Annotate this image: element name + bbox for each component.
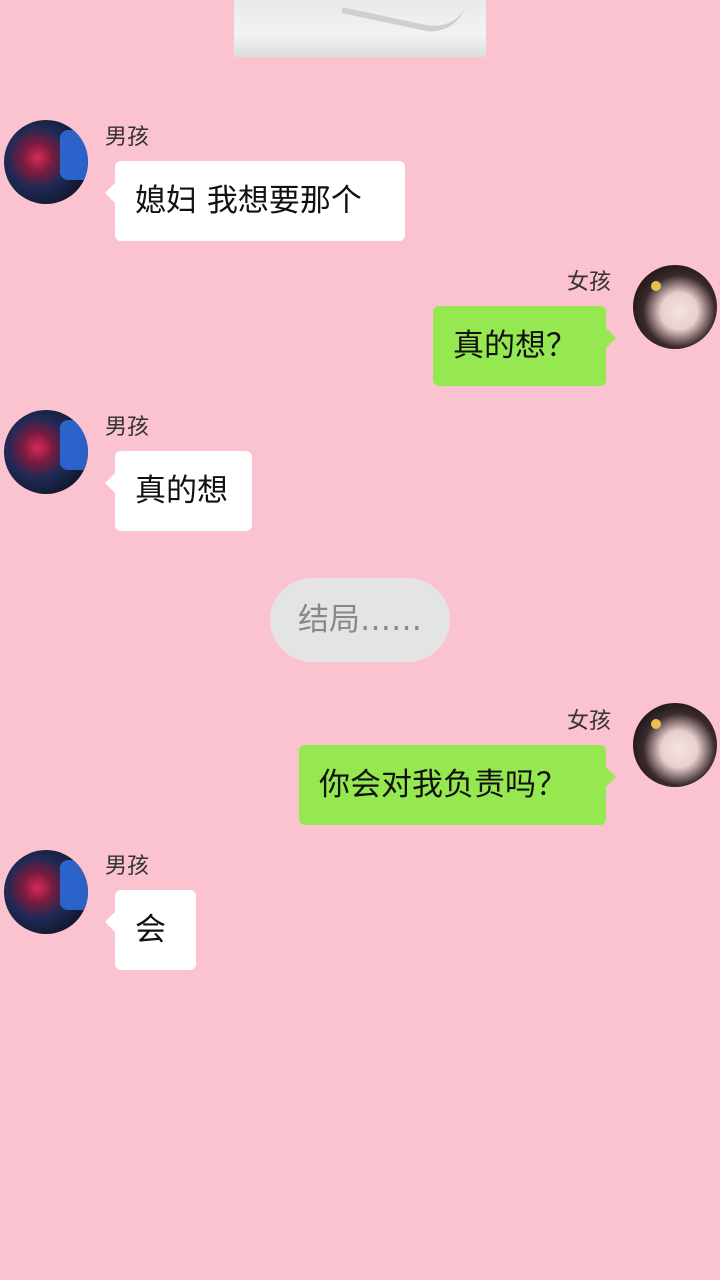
image-content <box>341 0 467 39</box>
message-bubble[interactable]: 真的想？ <box>433 306 616 386</box>
sender-name: 女孩 <box>567 709 612 734</box>
girl-avatar[interactable] <box>633 703 717 787</box>
message-bubble[interactable]: 你会对我负责吗？ <box>299 745 616 825</box>
system-note: 结局…… <box>270 578 450 662</box>
message-bubble[interactable]: 会 <box>105 890 196 970</box>
sender-name: 女孩 <box>567 270 612 295</box>
boy-avatar[interactable] <box>4 120 88 204</box>
message-bubble[interactable]: 真的想 <box>105 451 252 531</box>
sender-name: 男孩 <box>105 415 150 440</box>
sender-name: 男孩 <box>105 125 150 150</box>
sender-name: 男孩 <box>105 854 150 879</box>
message-bubble[interactable]: 媳妇 我想要那个 <box>105 161 405 241</box>
boy-avatar[interactable] <box>4 850 88 934</box>
girl-avatar[interactable] <box>633 265 717 349</box>
shared-image-thumbnail[interactable] <box>234 0 486 57</box>
boy-avatar[interactable] <box>4 410 88 494</box>
